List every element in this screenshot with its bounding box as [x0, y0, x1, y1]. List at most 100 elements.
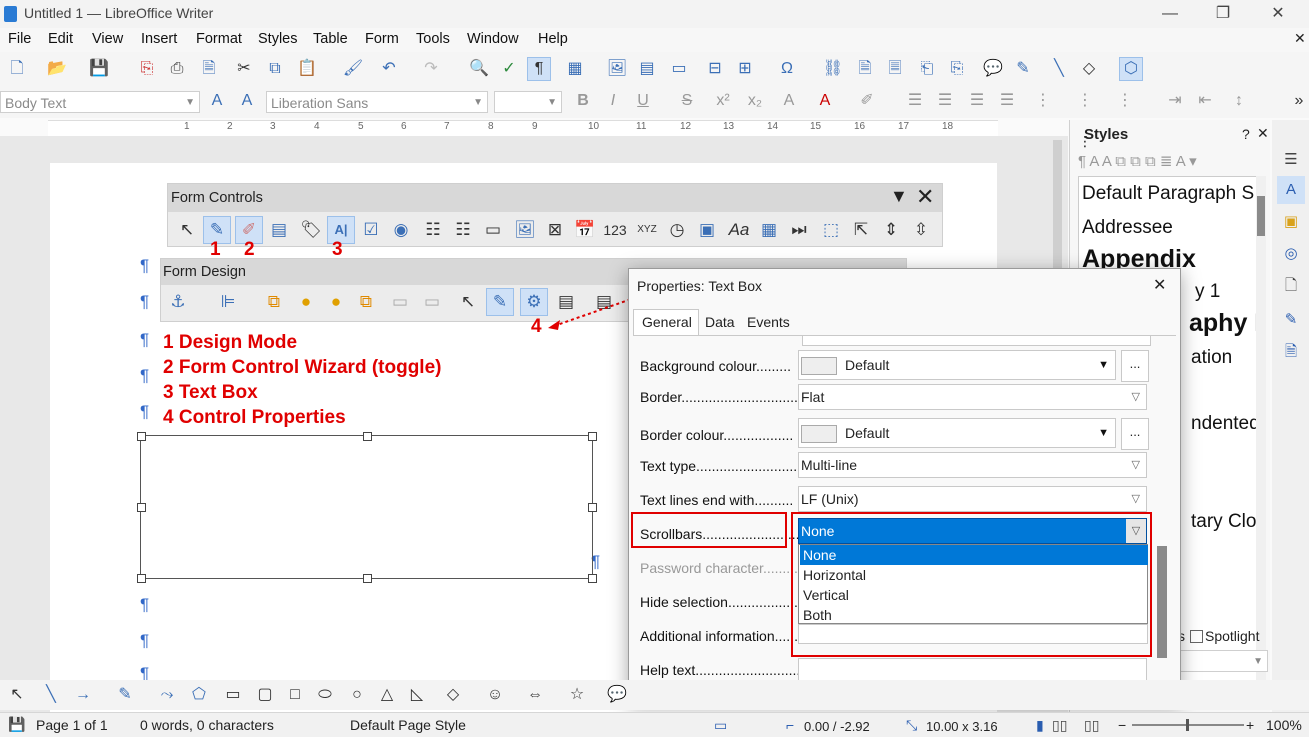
menu-window[interactable]: Window: [467, 31, 519, 47]
draw-ellipse-icon[interactable]: ⬭: [314, 684, 336, 706]
underline-icon[interactable]: U: [632, 90, 654, 112]
resize-handle[interactable]: [588, 432, 597, 441]
style-category-bar[interactable]: ¶ A A ⧉ ⧉ ⧉ ≣ A ▾: [1078, 152, 1268, 176]
bold-icon[interactable]: B: [572, 90, 594, 112]
ungroup-icon[interactable]: ▭: [419, 289, 445, 315]
scrollbar-control-icon[interactable]: ⇳: [908, 217, 934, 243]
style-inspector-tab-icon[interactable]: ✎: [1281, 310, 1301, 330]
update-style-icon[interactable]: A: [206, 90, 228, 112]
menu-form[interactable]: Form: [365, 31, 399, 47]
new-document-icon[interactable]: 🗋: [6, 58, 28, 80]
background-colour-more-button[interactable]: ...: [1121, 350, 1149, 382]
partial-field[interactable]: [802, 336, 1151, 346]
menu-file[interactable]: File: [8, 31, 31, 47]
page-count[interactable]: Page 1 of 1: [36, 717, 108, 733]
zoom-level[interactable]: 100%: [1266, 717, 1302, 733]
minimize-button[interactable]: —: [1150, 2, 1190, 26]
formatting-marks-icon[interactable]: ¶: [527, 57, 551, 81]
close-sidebar-icon[interactable]: ✕: [1257, 125, 1269, 142]
align-right-icon[interactable]: ☰: [966, 90, 988, 112]
draw-curve-icon[interactable]: ✎: [114, 684, 136, 706]
spelling-icon[interactable]: ✓: [498, 58, 520, 80]
open-folder-icon[interactable]: 📂: [46, 58, 68, 80]
single-page-view-icon[interactable]: ▮: [1036, 717, 1044, 734]
gallery-tab-icon[interactable]: ▣: [1281, 212, 1301, 232]
superscript-icon[interactable]: x²: [712, 90, 734, 112]
zoom-in-icon[interactable]: +: [1246, 717, 1254, 733]
tab-data[interactable]: Data: [705, 314, 735, 330]
draw-star-icon[interactable]: ☆: [566, 684, 588, 706]
group-icon[interactable]: ▭: [387, 289, 413, 315]
cut-icon[interactable]: ✂: [233, 58, 255, 80]
close-document-icon[interactable]: ✕: [1294, 30, 1306, 47]
page-tab-icon[interactable]: 🗋: [1281, 276, 1301, 296]
align-center-icon[interactable]: ☰: [934, 90, 956, 112]
control-properties-icon[interactable]: ⚙: [520, 288, 548, 316]
resize-handle[interactable]: [137, 574, 146, 583]
redo-icon[interactable]: ↷: [420, 58, 442, 80]
strikethrough-icon[interactable]: S: [676, 90, 698, 112]
draw-rectangle-icon[interactable]: ▭: [222, 684, 244, 706]
border-colour-select[interactable]: Default ▼: [798, 418, 1116, 448]
comment-icon[interactable]: 💬: [982, 58, 1004, 80]
draw-connector-icon[interactable]: ⤳: [156, 684, 178, 706]
navigation-bar-icon[interactable]: ⏭: [786, 217, 812, 243]
font-work-icon[interactable]: Aa: [726, 217, 752, 243]
text-box-control[interactable]: [137, 432, 597, 583]
menu-format[interactable]: Format: [196, 31, 242, 47]
bring-front-icon[interactable]: ⧉: [261, 289, 287, 315]
insert-image-icon[interactable]: 🖼: [606, 58, 628, 80]
clear-formatting-icon[interactable]: A: [778, 90, 800, 112]
help-icon[interactable]: ?: [1242, 126, 1250, 142]
back-one-icon[interactable]: ●: [323, 289, 349, 315]
properties-tab-icon[interactable]: ☰: [1281, 150, 1301, 170]
endnote-icon[interactable]: 🗏: [884, 58, 906, 80]
anchor-icon[interactable]: ⚓: [165, 289, 191, 315]
formatted-field-icon[interactable]: ⊠: [542, 217, 568, 243]
check-box-icon[interactable]: ☑: [358, 217, 384, 243]
border-select[interactable]: Flat ▽: [798, 384, 1147, 410]
font-size-combo[interactable]: ▼: [494, 91, 562, 113]
special-character-icon[interactable]: Ω: [776, 58, 798, 80]
menu-tools[interactable]: Tools: [416, 31, 450, 47]
insert-chart-icon[interactable]: ▤: [636, 58, 658, 80]
insert-table-icon[interactable]: ▦: [564, 58, 586, 80]
footnote-icon[interactable]: 🗎: [854, 58, 876, 80]
find-replace-icon[interactable]: 🔍: [468, 58, 490, 80]
style-list-scrollbar[interactable]: [1256, 176, 1266, 684]
draw-block-arrow-icon[interactable]: ⇔: [524, 684, 546, 706]
menu-insert[interactable]: Insert: [141, 31, 177, 47]
group-box-icon[interactable]: ⬚: [818, 217, 844, 243]
option-button-icon[interactable]: ◉: [388, 217, 414, 243]
text-lines-end-select[interactable]: LF (Unix) ▽: [798, 486, 1147, 512]
combo-box-icon[interactable]: ☷: [450, 217, 476, 243]
close-toolbar-icon[interactable]: ✕: [916, 184, 934, 210]
style-item[interactable]: ndented: [1191, 413, 1257, 435]
manage-changes-tab-icon[interactable]: 🗎: [1281, 342, 1301, 362]
design-select-icon[interactable]: ↖: [455, 289, 481, 315]
border-colour-more-button[interactable]: ...: [1121, 418, 1149, 450]
resize-handle[interactable]: [137, 432, 146, 441]
bullets-icon[interactable]: ⋮: [1032, 90, 1054, 112]
cross-reference-icon[interactable]: ⎘: [946, 58, 968, 80]
style-item[interactable]: tary Clos: [1191, 511, 1257, 533]
more-options-icon[interactable]: »: [1288, 90, 1309, 112]
draw-rounded-rect-icon[interactable]: ▢: [254, 684, 276, 706]
paste-icon[interactable]: 📋: [296, 58, 318, 80]
file-selection-icon[interactable]: ⇱: [848, 217, 874, 243]
toolbar-menu-icon[interactable]: ▼: [890, 186, 908, 207]
pattern-field-icon[interactable]: XYZ: [634, 217, 660, 243]
image-button-icon[interactable]: 🖼: [512, 217, 538, 243]
draw-diamond-icon[interactable]: ◇: [442, 684, 464, 706]
date-field-icon[interactable]: 📅: [572, 217, 598, 243]
style-item[interactable]: Addressee: [1082, 217, 1173, 239]
draw-triangle-icon[interactable]: △: [376, 684, 398, 706]
zoom-out-icon[interactable]: −: [1118, 717, 1126, 733]
image-control-icon[interactable]: ▣: [694, 217, 720, 243]
numbering-icon[interactable]: ⋮: [1074, 90, 1096, 112]
font-color-icon[interactable]: A: [814, 90, 836, 112]
bookmark-icon[interactable]: ⎗: [916, 58, 938, 80]
zoom-slider[interactable]: [1132, 719, 1244, 731]
resize-handle[interactable]: [363, 432, 372, 441]
draw-line-icon[interactable]: ╲: [40, 684, 62, 706]
